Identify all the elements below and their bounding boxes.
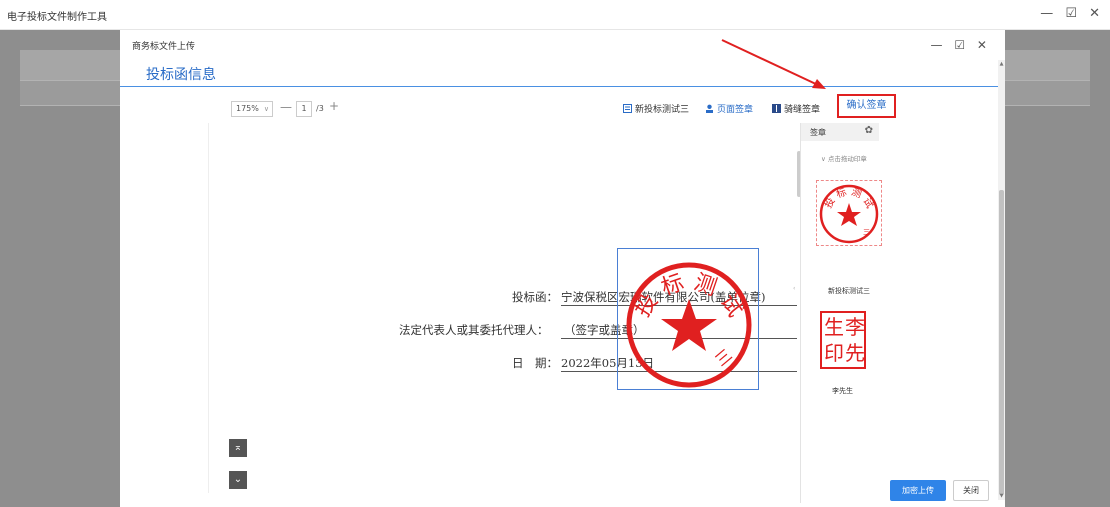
annotation-arrow-icon xyxy=(721,39,826,89)
